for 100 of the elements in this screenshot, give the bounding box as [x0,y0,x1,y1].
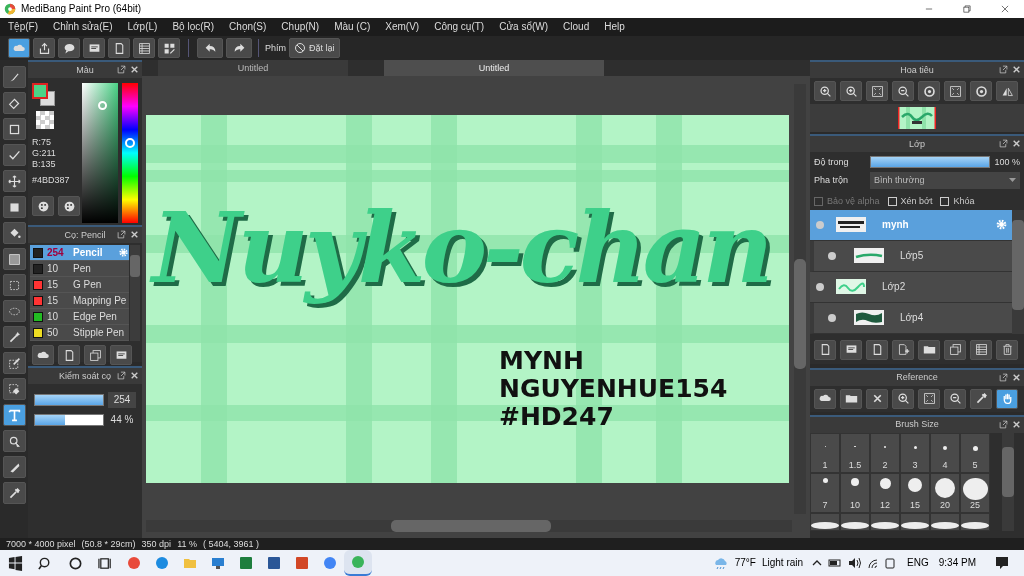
taskbar-app-button[interactable] [344,550,372,576]
visibility-icon[interactable] [828,251,836,260]
app-icon[interactable] [295,556,309,570]
transparent-swatch[interactable] [36,111,54,129]
menu-item[interactable]: Tệp(F) [8,21,38,33]
menu-item[interactable]: Xem(V) [385,21,420,33]
brush-size-option[interactable]: 4 [930,432,960,473]
visibility-icon[interactable] [828,313,836,322]
hue-handle[interactable] [125,138,135,148]
brush-size-option[interactable]: 20 [930,472,960,513]
horizontal-scrollbar[interactable] [146,520,792,532]
gear-icon[interactable] [995,218,1008,232]
gear-icon[interactable] [118,247,129,258]
checkbox[interactable] [887,196,897,206]
layer-row[interactable]: Lớp2 [810,271,1012,303]
menu-item[interactable]: Chụp(N) [281,21,320,33]
menu-item[interactable]: Help [604,21,625,33]
square-icon[interactable] [7,122,21,136]
lasso-tool-button[interactable] [2,300,26,322]
eraser-tool-button[interactable] [2,92,26,114]
app-icon[interactable] [127,556,141,570]
popout-icon[interactable] [117,371,126,380]
redo-icon[interactable] [232,41,246,55]
gradient-icon[interactable] [7,252,21,266]
dot-tool-button[interactable] [2,118,26,140]
scrollbar[interactable] [1002,432,1014,531]
wand-tool-button[interactable] [2,326,26,348]
document-tab[interactable]: Untitled [158,60,348,76]
language-indicator[interactable]: ENG [907,557,929,569]
temperature[interactable]: 77°F [734,557,756,569]
polyline-icon[interactable] [7,148,21,162]
menu-item[interactable]: Công cụ(T) [434,21,485,33]
menu-item[interactable]: Chỉnh sửa(E) [53,21,113,33]
opacity-slider[interactable] [34,414,104,426]
brush-size-option[interactable]: 2 [870,432,900,473]
move-tool-button[interactable] [2,170,26,192]
bucket-tool-button[interactable] [2,222,26,244]
brush-item[interactable]: 10 Edge Pen [30,309,129,325]
polyline-tool-button[interactable] [2,144,26,166]
brush-size-option[interactable]: 7 [810,472,840,513]
vertical-scrollbar[interactable] [794,84,806,514]
menu-item[interactable]: Cloud [563,21,590,33]
layer-row[interactable]: Lớp5 [810,240,1012,272]
checkbox[interactable] [940,196,950,206]
weather-text[interactable]: Light rain [761,557,804,569]
popout-icon[interactable] [999,372,1008,382]
size-slider[interactable] [34,394,104,406]
undo-icon[interactable] [203,41,217,55]
opacity-slider[interactable] [870,156,991,168]
undo-button[interactable] [197,38,223,58]
brush-size-option[interactable]: 25 [960,472,990,513]
app-icon[interactable] [267,556,281,570]
app-icon[interactable] [211,556,225,570]
saturation-field[interactable] [82,83,118,223]
popout-icon[interactable] [117,230,126,239]
eyedropper-icon[interactable] [7,486,21,500]
ban-icon[interactable] [294,42,306,54]
task-view-icon[interactable] [97,555,113,571]
reset-button[interactable]: Đặt lại [289,38,340,58]
scrollbar[interactable] [1012,209,1024,334]
circle-icon[interactable] [67,555,83,571]
menu-item[interactable]: Bộ lọc(R) [172,21,215,33]
text-tool-button[interactable] [2,404,26,426]
menu-item[interactable]: Lớp(L) [127,21,158,33]
dropper-tool-button[interactable] [2,482,26,504]
brush-size-option[interactable]: 1.5 [840,432,870,473]
select-tool-button[interactable] [2,274,26,296]
fill-tool-button[interactable] [2,196,26,218]
document-tab[interactable]: Untitled [384,60,604,76]
brush-tool-button[interactable] [2,66,26,88]
color-swatches[interactable] [32,83,56,107]
eraser-icon[interactable] [7,96,21,110]
app-icon[interactable] [155,556,169,570]
windows-icon[interactable] [7,555,23,571]
selection-icon[interactable] [7,278,21,292]
brush-size-option[interactable]: 1 [810,432,840,473]
notification-icon[interactable] [994,555,1010,571]
brush-item[interactable]: 15 Mapping Pe [30,293,129,309]
selecteraser-tool-button[interactable] [2,378,26,400]
popout-icon[interactable] [117,65,126,74]
size-value[interactable]: 254 [108,392,136,408]
brush-size-option[interactable]: 12 [870,472,900,513]
select-pen-icon[interactable] [7,356,21,370]
brush-item[interactable]: 10 Pen [30,261,129,277]
select-eraser-icon[interactable] [7,382,21,396]
navigator-preview[interactable] [898,107,936,129]
brush-size-option[interactable]: 15 [900,472,930,513]
operation-tool-button[interactable] [2,430,26,452]
visibility-icon[interactable] [816,282,824,291]
gradient-tool-button[interactable] [2,248,26,270]
brush-size-option[interactable]: 5 [960,432,990,473]
brush-size-option[interactable]: 10 [840,472,870,513]
restore-icon[interactable] [962,4,972,14]
layer-row[interactable]: Lớp4 [810,302,1012,334]
selectpen-tool-button[interactable] [2,352,26,374]
clock[interactable]: 9:34 PM [938,557,976,569]
divide-tool-button[interactable] [2,456,26,478]
menu-item[interactable]: Cửa sổ(W) [499,21,549,33]
hue-slider[interactable] [122,83,138,223]
brush-item[interactable]: 15 G Pen [30,277,129,293]
